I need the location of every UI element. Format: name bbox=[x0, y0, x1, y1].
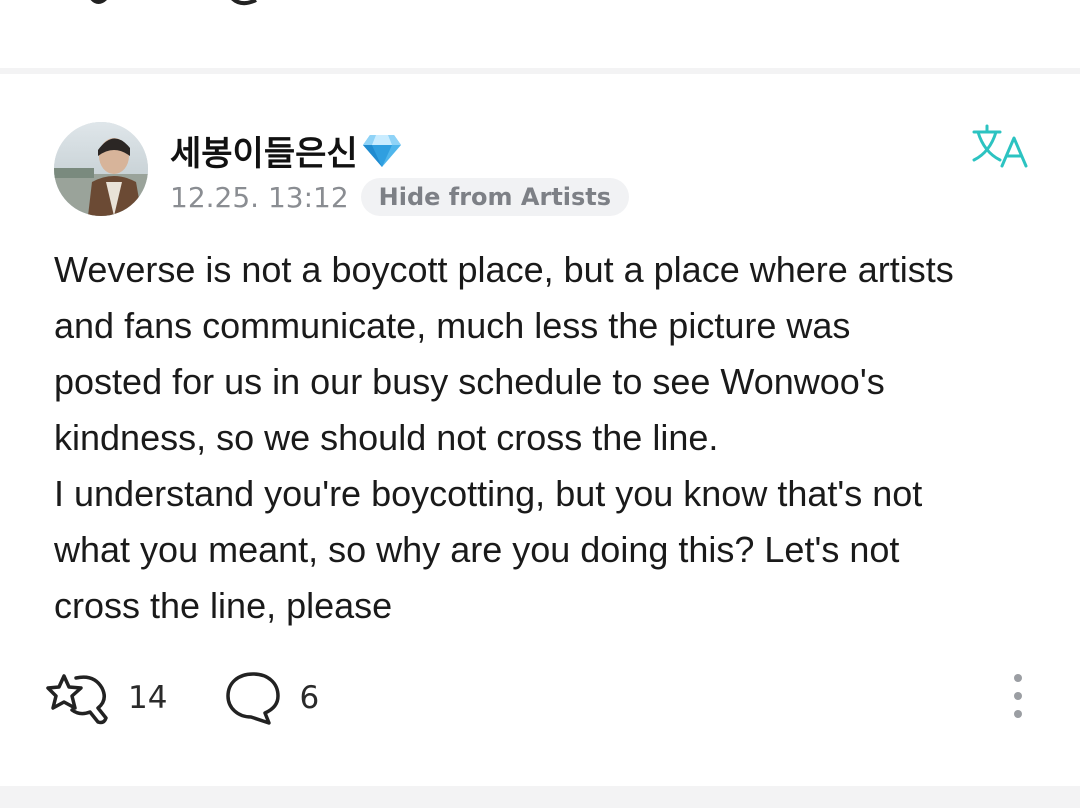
avatar[interactable] bbox=[54, 122, 148, 216]
like-count: 14 bbox=[128, 680, 168, 716]
timestamp: 12.25. 13:12 bbox=[170, 180, 349, 214]
comment-button[interactable]: 6 bbox=[225, 670, 319, 726]
post-card: 세봉이들은신 12.25. 13:12 Hide from Artists We… bbox=[0, 74, 1080, 786]
post-body: Weverse is not a boycott place, but a pl… bbox=[54, 249, 954, 626]
more-vertical-icon[interactable] bbox=[1000, 670, 1036, 722]
author-name-text: 세봉이들은신 bbox=[170, 134, 358, 174]
star-hand-icon bbox=[46, 674, 108, 725]
section-divider-bottom bbox=[0, 786, 1080, 808]
post-actions: 14 6 bbox=[46, 666, 319, 730]
author-name[interactable]: 세봉이들은신 bbox=[170, 126, 402, 175]
translate-icon[interactable] bbox=[970, 122, 1030, 172]
comment-bubble-icon bbox=[226, 672, 281, 725]
previous-post-icons bbox=[90, 0, 257, 6]
hide-from-artists-badge[interactable]: Hide from Artists bbox=[360, 178, 630, 216]
post-meta: 12.25. 13:12 Hide from Artists bbox=[170, 178, 630, 216]
diamond-icon bbox=[362, 134, 401, 167]
avatar-image bbox=[54, 122, 148, 216]
previous-post-remnant bbox=[0, 0, 1080, 68]
comment-count: 6 bbox=[299, 680, 320, 716]
like-button[interactable]: 14 bbox=[46, 670, 167, 726]
